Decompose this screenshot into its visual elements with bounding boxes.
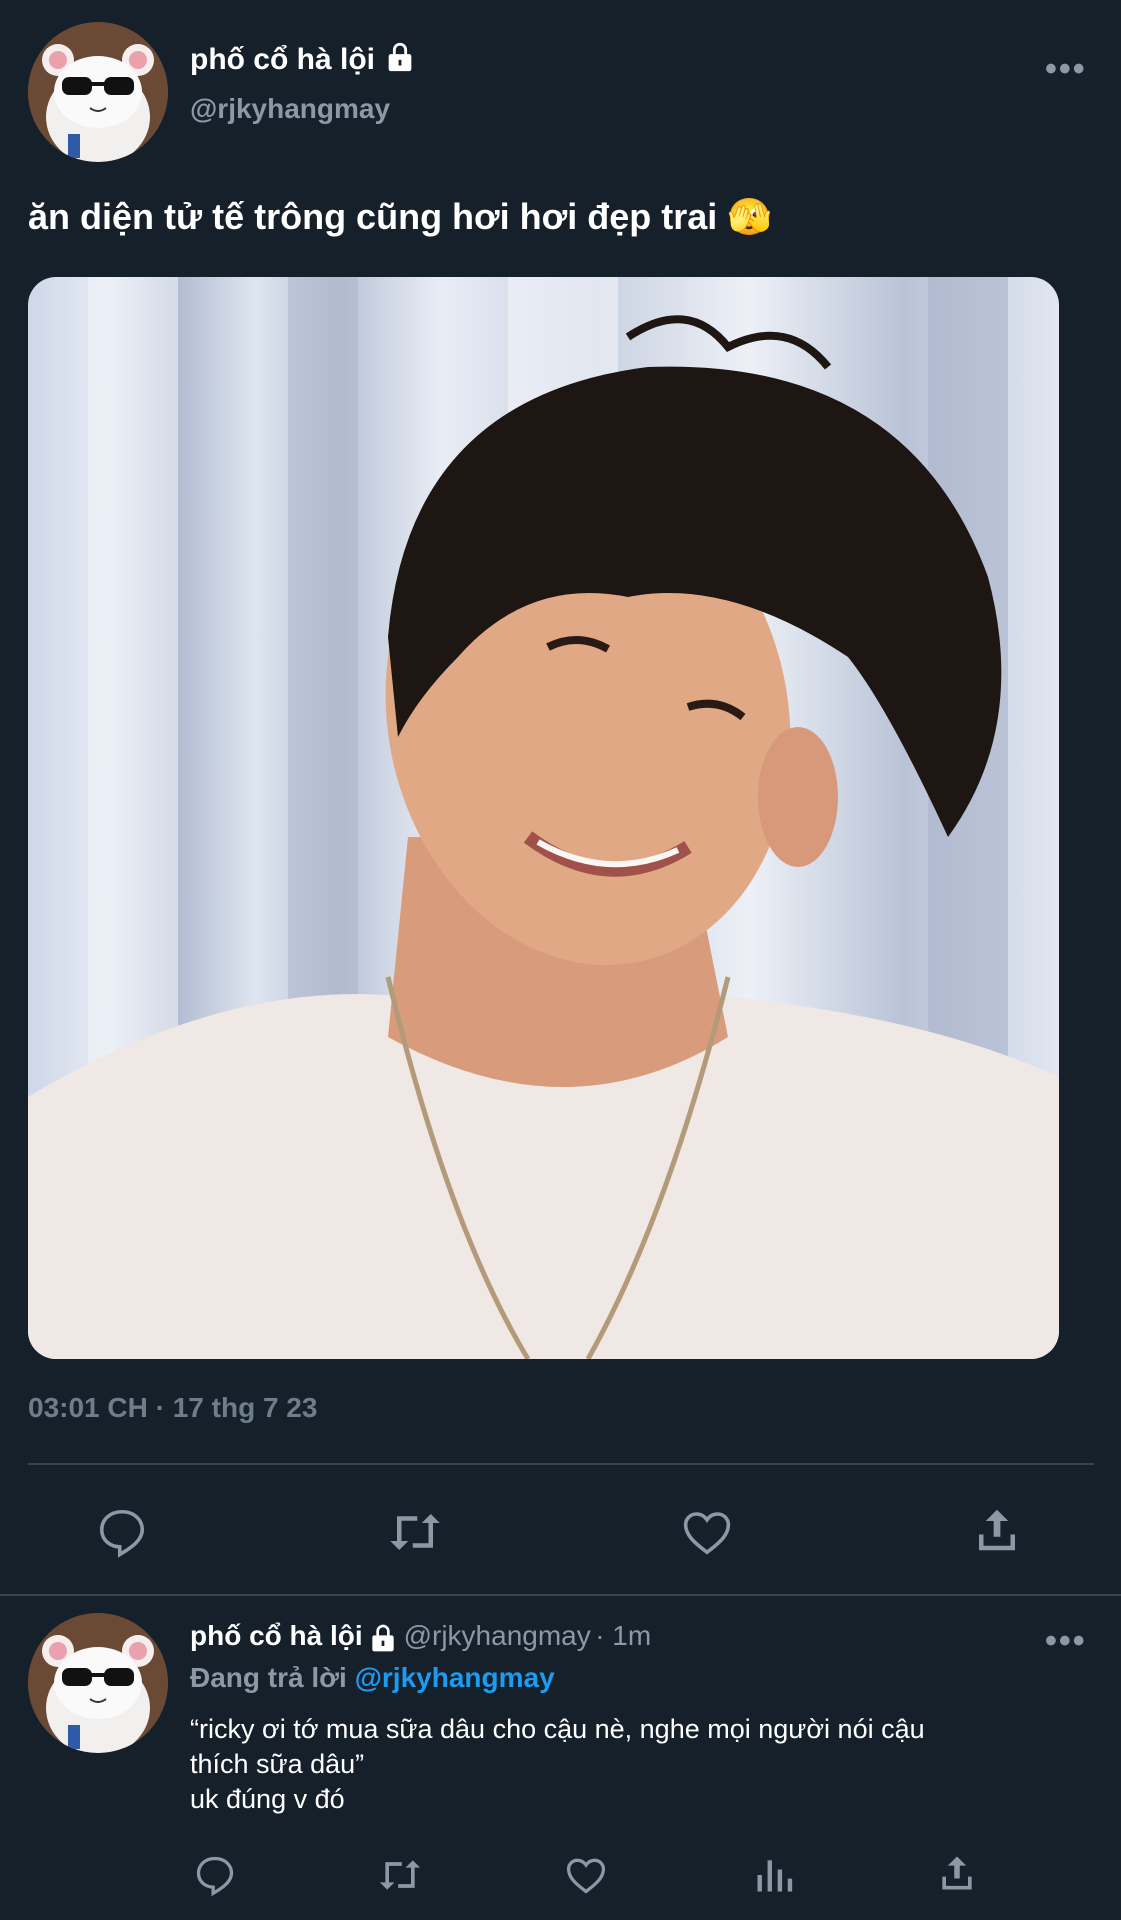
photo-person-image: [28, 277, 1059, 1359]
reply-text: “ricky ơi tớ mua sữa dâu cho cậu nè, ngh…: [190, 1712, 925, 1817]
reply-author-name[interactable]: phố cổ hà lội: [190, 1620, 363, 1651]
avatar-hamster-image: [28, 1613, 168, 1753]
analytics-icon[interactable]: [752, 1853, 796, 1902]
author-name[interactable]: phố cổ hà lội: [190, 43, 375, 76]
reply-time[interactable]: · 1m: [595, 1620, 651, 1651]
avatar[interactable]: [28, 22, 168, 162]
reply-text-line: “ricky ơi tớ mua sữa dâu cho cậu nè, ngh…: [190, 1714, 925, 1744]
reply-avatar[interactable]: [28, 1613, 168, 1753]
avatar-hamster-image: [28, 22, 168, 162]
reply-text-line: thích sữa dâu”: [190, 1749, 365, 1779]
replying-to-link[interactable]: @rjkyhangmay: [355, 1662, 555, 1693]
tweet-text: ăn diện tử tế trông cũng hơi hơi đẹp tra…: [28, 196, 718, 237]
tweet-timestamp[interactable]: 03:01 CH · 17 thg 7 23: [28, 1392, 317, 1424]
tweet-text-row: ăn diện tử tế trông cũng hơi hơi đẹp tra…: [28, 196, 772, 238]
replying-to-row: Đang trả lời @rjkyhangmay: [190, 1662, 555, 1694]
reply-icon[interactable]: [95, 1505, 149, 1564]
tweet-photo[interactable]: [28, 277, 1059, 1359]
replying-to-label: Đang trả lời: [190, 1662, 347, 1693]
author-name-row: phố cổ hà lội: [190, 40, 417, 82]
retweet-icon[interactable]: [375, 1853, 425, 1902]
reply-header: phố cổ hà lội @rjkyhangmay · 1m: [190, 1620, 651, 1659]
peeking-face-emoji: 🫣: [727, 196, 773, 237]
like-icon[interactable]: [680, 1505, 734, 1564]
more-options-icon[interactable]: •••: [1045, 50, 1087, 89]
lock-icon: [383, 40, 417, 82]
divider: [28, 1463, 1094, 1465]
reply-icon[interactable]: [193, 1853, 237, 1902]
retweet-icon[interactable]: [385, 1505, 445, 1564]
author-handle[interactable]: @rjkyhangmay: [190, 93, 390, 125]
lock-icon: [367, 1622, 399, 1659]
reply-text-line: uk đúng v đó: [190, 1784, 345, 1814]
reply-author-handle[interactable]: @rjkyhangmay: [404, 1620, 591, 1651]
like-icon[interactable]: [564, 1853, 608, 1902]
divider: [0, 1594, 1121, 1596]
share-icon[interactable]: [935, 1851, 979, 1900]
more-options-icon[interactable]: •••: [1045, 1622, 1087, 1661]
share-icon[interactable]: [970, 1503, 1024, 1562]
